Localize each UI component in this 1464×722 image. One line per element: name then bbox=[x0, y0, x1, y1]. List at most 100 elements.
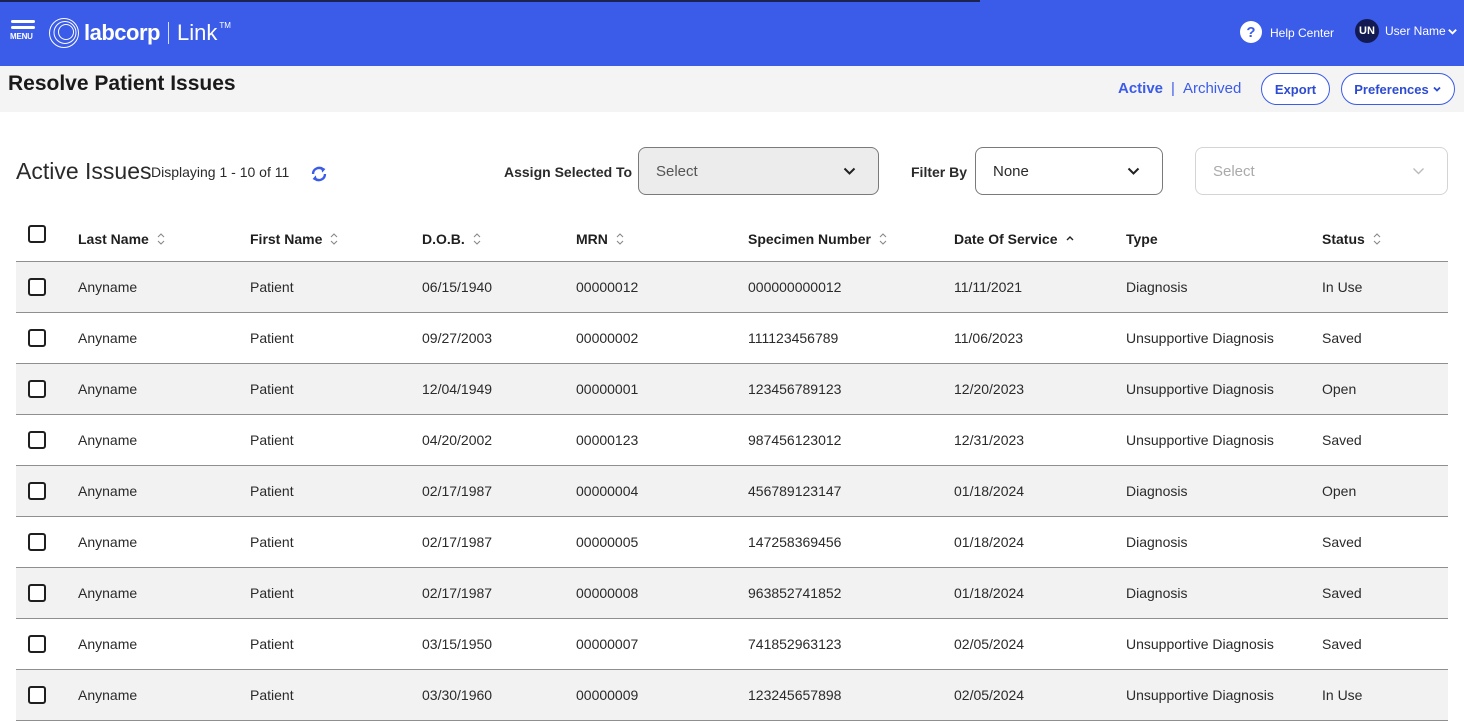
table-row[interactable]: Anyname Patient 02/17/1987 00000004 4567… bbox=[16, 466, 1448, 517]
filter-by-select[interactable]: None bbox=[975, 147, 1163, 195]
cell-first-name: Patient bbox=[250, 483, 294, 499]
table-row[interactable]: Anyname Patient 03/30/1960 00000009 1232… bbox=[16, 670, 1448, 721]
cell-dob: 02/17/1987 bbox=[422, 534, 493, 550]
cell-first-name: Patient bbox=[250, 330, 294, 346]
cell-dob: 12/04/1949 bbox=[422, 381, 493, 397]
tab-archived[interactable]: Archived bbox=[1183, 80, 1241, 97]
table-row[interactable]: Anyname Patient 09/27/2003 00000002 1111… bbox=[16, 313, 1448, 364]
row-checkbox[interactable] bbox=[28, 380, 46, 398]
filter-select-value: None bbox=[993, 162, 1029, 180]
cell-last-name: Anyname bbox=[78, 279, 138, 295]
cell-type: Diagnosis bbox=[1126, 279, 1188, 295]
user-name: User Name bbox=[1385, 24, 1446, 38]
cell-date-of-service: 12/20/2023 bbox=[954, 381, 1025, 397]
cell-status: In Use bbox=[1322, 687, 1363, 703]
sort-icon bbox=[330, 232, 338, 245]
table-row[interactable]: Anyname Patient 03/15/1950 00000007 7418… bbox=[16, 619, 1448, 670]
cell-last-name: Anyname bbox=[78, 330, 138, 346]
logo-divider bbox=[167, 22, 169, 44]
refresh-icon[interactable] bbox=[308, 163, 330, 185]
table-row[interactable]: Anyname Patient 06/15/1940 00000012 0000… bbox=[16, 262, 1448, 313]
column-header-date-of-service[interactable]: Date Of Service bbox=[954, 214, 1074, 263]
chevron-down-icon bbox=[1127, 167, 1140, 175]
sort-icon bbox=[616, 232, 624, 245]
assign-selected-to-select[interactable]: Select bbox=[638, 147, 879, 195]
cell-type: Diagnosis bbox=[1126, 483, 1188, 499]
column-header-dob[interactable]: D.O.B. bbox=[422, 214, 481, 263]
menu-button[interactable]: MENU bbox=[10, 20, 38, 44]
cell-mrn: 00000007 bbox=[576, 636, 639, 652]
row-checkbox[interactable] bbox=[28, 584, 46, 602]
column-header-last-name[interactable]: Last Name bbox=[78, 214, 165, 263]
table-row[interactable]: Anyname Patient 04/20/2002 00000123 9874… bbox=[16, 415, 1448, 466]
labcorp-link-logo[interactable]: labcorp Link TM bbox=[48, 16, 231, 50]
assign-select-value: Select bbox=[656, 162, 698, 180]
row-checkbox[interactable] bbox=[28, 482, 46, 500]
column-label: MRN bbox=[576, 230, 608, 247]
row-checkbox[interactable] bbox=[28, 686, 46, 704]
cell-last-name: Anyname bbox=[78, 381, 138, 397]
row-checkbox[interactable] bbox=[28, 329, 46, 347]
cell-type: Unsupportive Diagnosis bbox=[1126, 687, 1274, 703]
cell-mrn: 00000008 bbox=[576, 585, 639, 601]
cell-status: Open bbox=[1322, 483, 1357, 499]
help-center-link[interactable]: ? Help Center bbox=[1240, 21, 1334, 43]
cell-type: Unsupportive Diagnosis bbox=[1126, 636, 1274, 652]
chevron-down-icon bbox=[1433, 86, 1441, 92]
cell-type: Unsupportive Diagnosis bbox=[1126, 432, 1274, 448]
column-label: Status bbox=[1322, 230, 1365, 247]
help-center-label: Help Center bbox=[1270, 26, 1335, 40]
column-header-status[interactable]: Status bbox=[1322, 214, 1381, 263]
sort-icon bbox=[157, 232, 165, 245]
row-checkbox[interactable] bbox=[28, 278, 46, 296]
page-title: Resolve Patient Issues bbox=[8, 72, 236, 95]
chevron-down-icon bbox=[843, 167, 856, 175]
column-header-first-name[interactable]: First Name bbox=[250, 214, 338, 263]
cell-last-name: Anyname bbox=[78, 534, 138, 550]
cell-last-name: Anyname bbox=[78, 636, 138, 652]
column-label: Last Name bbox=[78, 230, 149, 247]
table-body: Anyname Patient 06/15/1940 00000012 0000… bbox=[16, 262, 1448, 721]
cell-status: Saved bbox=[1322, 534, 1362, 550]
preferences-button[interactable]: Preferences bbox=[1341, 73, 1455, 105]
cell-dob: 02/17/1987 bbox=[422, 483, 493, 499]
column-label: First Name bbox=[250, 230, 323, 247]
cell-type: Diagnosis bbox=[1126, 534, 1188, 550]
cell-last-name: Anyname bbox=[78, 585, 138, 601]
cell-first-name: Patient bbox=[250, 381, 294, 397]
table-row[interactable]: Anyname Patient 02/17/1987 00000005 1472… bbox=[16, 517, 1448, 568]
table-header: Last Name First Name D.O.B. MRN Specimen… bbox=[16, 212, 1448, 262]
filter-value-select[interactable]: Select bbox=[1195, 147, 1448, 195]
cell-mrn: 00000001 bbox=[576, 381, 639, 397]
export-button[interactable]: Export bbox=[1261, 73, 1330, 105]
chevron-down-icon bbox=[1413, 168, 1424, 175]
row-checkbox[interactable] bbox=[28, 431, 46, 449]
sort-icon bbox=[473, 232, 481, 245]
table-row[interactable]: Anyname Patient 02/17/1987 00000008 9638… bbox=[16, 568, 1448, 619]
cell-first-name: Patient bbox=[250, 432, 294, 448]
cell-specimen-number: 111123456789 bbox=[748, 330, 839, 346]
column-header-specimen-number[interactable]: Specimen Number bbox=[748, 214, 887, 263]
column-label: Specimen Number bbox=[748, 230, 871, 247]
tab-active[interactable]: Active bbox=[1118, 80, 1163, 97]
cell-first-name: Patient bbox=[250, 636, 294, 652]
cell-date-of-service: 01/18/2024 bbox=[954, 585, 1025, 601]
cell-last-name: Anyname bbox=[78, 432, 138, 448]
hamburger-icon bbox=[11, 20, 35, 23]
select-all-checkbox[interactable] bbox=[28, 224, 46, 243]
column-label: Type bbox=[1126, 230, 1158, 247]
cell-dob: 03/15/1950 bbox=[422, 636, 493, 652]
cell-mrn: 00000012 bbox=[576, 279, 639, 295]
column-header-mrn[interactable]: MRN bbox=[576, 214, 624, 263]
row-checkbox[interactable] bbox=[28, 533, 46, 551]
cell-date-of-service: 02/05/2024 bbox=[954, 636, 1025, 652]
cell-specimen-number: 000000000012 bbox=[748, 279, 842, 295]
table-row[interactable]: Anyname Patient 12/04/1949 00000001 1234… bbox=[16, 364, 1448, 415]
brand-name: labcorp bbox=[84, 20, 160, 45]
cell-specimen-number: 456789123147 bbox=[748, 483, 842, 499]
sort-ascending-icon bbox=[1066, 235, 1073, 240]
row-checkbox[interactable] bbox=[28, 635, 46, 653]
cell-specimen-number: 963852741852 bbox=[748, 585, 842, 601]
column-label: Date Of Service bbox=[954, 230, 1058, 247]
user-menu[interactable]: UN User Name bbox=[1355, 19, 1458, 43]
